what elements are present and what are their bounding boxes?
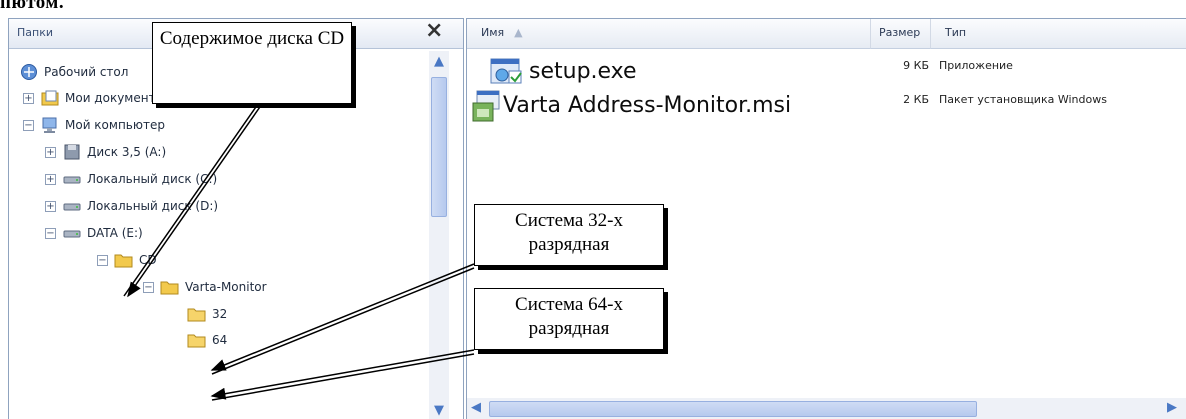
tree-item-label: Рабочий стол [44, 65, 129, 79]
page-text-fragment: пютом. [0, 0, 65, 13]
tree-item[interactable]: + Локальный диск (D:) [45, 193, 218, 219]
column-header-name[interactable]: Имя ▲ [467, 19, 871, 49]
tree-item[interactable]: − DATA (E:) [45, 220, 143, 246]
scroll-thumb[interactable] [431, 77, 447, 217]
local-disk-icon [62, 197, 82, 215]
scroll-left-icon[interactable]: ◀ [471, 400, 481, 415]
column-header-name-label: Имя [481, 26, 505, 39]
tree-item[interactable]: − CD [97, 247, 157, 273]
folder-icon [187, 331, 207, 349]
folder-icon [187, 305, 207, 323]
folders-vertical-scrollbar[interactable]: ▲ ▼ [429, 51, 449, 419]
tree-item[interactable]: − Мой компьютер [23, 112, 165, 138]
expand-icon[interactable]: + [45, 200, 56, 212]
expand-icon[interactable]: + [45, 146, 56, 158]
callout-64-bit: Система 64-х разрядная [474, 288, 664, 350]
column-header-type[interactable]: Тип [931, 19, 1186, 49]
tree-item-label: 64 [212, 333, 228, 347]
expand-icon[interactable]: + [23, 92, 34, 104]
column-header-size-label: Размер [879, 26, 921, 39]
file-name[interactable]: setup.exe [529, 59, 637, 84]
files-horizontal-scrollbar[interactable]: ◀ ▶ [467, 398, 1186, 419]
scroll-down-icon[interactable]: ▼ [432, 404, 446, 418]
file-type: Пакет установщика Windows [939, 93, 1107, 106]
tree-item[interactable]: 32 [187, 301, 227, 327]
column-header-size[interactable]: Размер [871, 19, 931, 49]
tree-item[interactable]: + Локальный диск (C:) [45, 166, 217, 192]
expand-icon[interactable]: + [45, 173, 56, 185]
column-header-type-label: Тип [945, 26, 967, 39]
tree-item[interactable]: + Мои документы [23, 85, 165, 111]
tree-item-label: Varta-Monitor [185, 280, 267, 294]
floppy-drive-icon [62, 143, 82, 161]
local-disk-icon [62, 170, 82, 188]
close-icon[interactable]: × [425, 18, 443, 43]
tree-item[interactable]: 64 [187, 327, 227, 353]
tree-item-label: DATA (E:) [87, 226, 143, 240]
my-computer-icon [40, 116, 60, 134]
tree-item-label: Мои документы [65, 91, 166, 105]
file-type: Приложение [939, 59, 1013, 72]
desktop-icon [19, 63, 39, 81]
scroll-up-icon[interactable]: ▲ [432, 55, 446, 69]
callout-32-bit: Система 32-х разрядная [474, 204, 664, 266]
collapse-icon[interactable]: − [45, 227, 56, 239]
tree-item[interactable]: Рабочий стол [19, 59, 128, 85]
file-size: 9 КБ [903, 59, 929, 72]
setup-exe-icon [490, 58, 522, 84]
scroll-thumb[interactable] [489, 401, 977, 417]
file-name[interactable]: Varta Address-Monitor.msi [503, 93, 791, 118]
folders-pane-title: Папки [17, 26, 53, 39]
file-size: 2 КБ [903, 93, 929, 106]
folder-open-icon [114, 251, 134, 269]
collapse-icon[interactable]: − [23, 119, 34, 131]
msi-installer-icon [472, 90, 500, 122]
tree-item[interactable]: − Varta-Monitor [143, 274, 267, 300]
collapse-icon[interactable]: − [143, 281, 154, 293]
local-disk-icon [62, 224, 82, 242]
scroll-right-icon[interactable]: ▶ [1167, 400, 1177, 415]
sort-ascending-icon: ▲ [514, 26, 523, 39]
tree-item-label: CD [139, 253, 157, 267]
tree-item-label: Локальный диск (D:) [87, 199, 219, 213]
collapse-icon[interactable]: − [97, 254, 108, 266]
file-row[interactable]: setup.exe 9 КБ Приложение [467, 55, 1186, 89]
tree-item-label: Диск 3,5 (A:) [87, 145, 167, 159]
tree-item[interactable]: + Диск 3,5 (A:) [45, 139, 166, 165]
tree-item-label: Мой компьютер [65, 118, 165, 132]
tree-item-label: Локальный диск (C:) [87, 172, 218, 186]
file-row[interactable]: Varta Address-Monitor.msi 2 КБ Пакет уст… [467, 89, 1186, 123]
callout-cd-contents: Содержимое диска CD [152, 22, 352, 104]
tree-item-label: 32 [212, 307, 228, 321]
folder-open-icon [160, 278, 180, 296]
my-documents-icon [40, 89, 60, 107]
